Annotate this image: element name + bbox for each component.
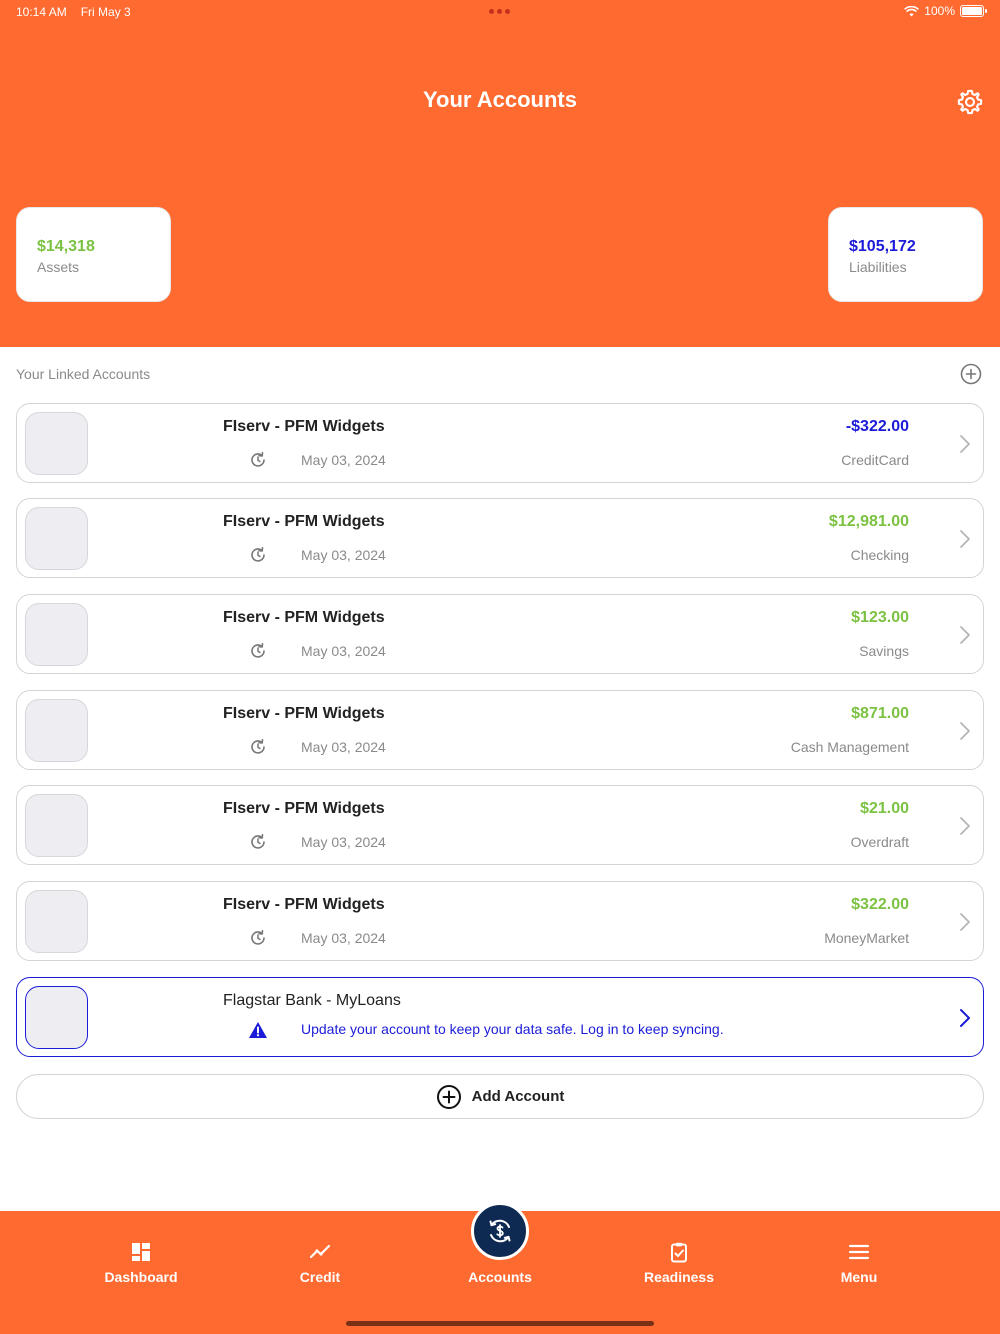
chevron-right-icon	[960, 626, 970, 644]
account-balance: $21.00	[860, 800, 909, 817]
account-logo	[25, 507, 88, 570]
liabilities-summary-card[interactable]: $105,172 Liabilities	[828, 207, 983, 302]
tab-menu-label: Menu	[840, 1269, 878, 1285]
status-bar-time: 10:14 AM Fri May 3	[16, 5, 145, 19]
account-row-needs-attention[interactable]: Flagstar Bank - MyLoans Update your acco…	[16, 977, 984, 1057]
tab-readiness-label: Readiness	[643, 1269, 715, 1285]
status-time: 10:14 AM	[16, 5, 67, 19]
account-balance: $123.00	[851, 609, 909, 626]
account-name: FIserv - PFM Widgets	[223, 609, 385, 626]
account-sync-date: May 03, 2024	[301, 643, 386, 659]
refresh-icon	[251, 547, 265, 562]
refresh-icon	[251, 930, 265, 945]
account-sync-date: May 03, 2024	[301, 452, 386, 468]
refresh-icon	[251, 452, 265, 467]
account-row[interactable]: FIserv - PFM Widgets May 03, 2024 $12,98…	[16, 498, 984, 578]
account-sync-date: May 03, 2024	[301, 930, 386, 946]
account-balance: $322.00	[851, 896, 909, 913]
account-balance: -$322.00	[845, 418, 909, 435]
account-row[interactable]: FIserv - PFM Widgets May 03, 2024 $322.0…	[16, 881, 984, 961]
home-indicator	[346, 1321, 654, 1326]
assets-amount: $14,318	[37, 238, 95, 255]
account-row[interactable]: FIserv - PFM Widgets May 03, 2024 $21.00…	[16, 785, 984, 865]
account-logo	[25, 412, 88, 475]
account-sync-date: May 03, 2024	[301, 834, 386, 850]
account-logo	[25, 794, 88, 857]
account-name: FIserv - PFM Widgets	[223, 418, 385, 435]
account-name: Flagstar Bank - MyLoans	[223, 992, 401, 1009]
account-name: FIserv - PFM Widgets	[223, 513, 385, 530]
reconnect-message: Update your account to keep your data sa…	[301, 1021, 724, 1037]
liabilities-label: Liabilities	[849, 259, 907, 275]
account-type: CreditCard	[841, 452, 909, 468]
account-name: FIserv - PFM Widgets	[223, 705, 385, 722]
chevron-right-icon	[960, 817, 970, 835]
tab-readiness[interactable]: Readiness	[609, 1241, 749, 1285]
linked-accounts-label: Your Linked Accounts	[16, 366, 151, 382]
chevron-right-icon	[960, 722, 970, 740]
chevron-right-icon	[960, 1009, 970, 1027]
account-name: FIserv - PFM Widgets	[223, 800, 385, 817]
tab-dashboard-label: Dashboard	[104, 1269, 178, 1285]
add-account-label: Add Account	[471, 1088, 565, 1105]
add-circle-icon	[436, 1084, 461, 1109]
account-type: Overdraft	[850, 834, 909, 850]
accounts-fab-button[interactable]	[471, 1202, 529, 1260]
tab-credit[interactable]: Credit	[250, 1241, 390, 1285]
currency-exchange-icon	[489, 1219, 511, 1243]
page-title: Your Accounts	[422, 87, 577, 112]
dashboard-icon	[132, 1243, 150, 1261]
settings-gear-icon[interactable]	[956, 88, 984, 116]
add-linked-account-icon[interactable]	[960, 363, 982, 385]
liabilities-amount: $105,172	[849, 238, 916, 255]
account-logo	[25, 603, 88, 666]
tab-dashboard[interactable]: Dashboard	[71, 1241, 211, 1285]
warning-icon	[249, 1022, 267, 1038]
account-balance: $12,981.00	[828, 513, 909, 530]
chevron-right-icon	[960, 435, 970, 453]
wifi-icon	[904, 5, 920, 16]
account-type: MoneyMarket	[824, 930, 909, 946]
account-type: Savings	[859, 643, 909, 659]
account-balance: $871.00	[851, 705, 909, 722]
refresh-icon	[251, 739, 265, 754]
multitasking-dots-icon[interactable]	[489, 9, 510, 14]
clipboard-check-icon	[671, 1242, 687, 1263]
account-type: Cash Management	[790, 739, 909, 755]
chevron-right-icon	[960, 530, 970, 548]
accounts-header: 10:14 AM Fri May 3 100% Your Accounts $14…	[0, 0, 1000, 347]
status-date: Fri May 3	[80, 5, 131, 19]
account-logo	[25, 699, 88, 762]
account-row[interactable]: FIserv - PFM Widgets May 03, 2024 $871.0…	[16, 690, 984, 770]
account-logo	[25, 986, 88, 1049]
battery-icon	[960, 5, 987, 17]
tab-menu[interactable]: Menu	[789, 1241, 929, 1285]
status-bar-right: 100%	[904, 4, 987, 18]
add-account-button[interactable]: Add Account	[16, 1074, 984, 1119]
account-sync-date: May 03, 2024	[301, 739, 386, 755]
assets-label: Assets	[37, 259, 80, 275]
account-sync-date: May 03, 2024	[301, 547, 386, 563]
tab-credit-label: Credit	[299, 1269, 341, 1285]
account-type: Checking	[850, 547, 909, 563]
assets-summary-card[interactable]: $14,318 Assets	[16, 207, 171, 302]
refresh-icon	[251, 643, 265, 658]
account-logo	[25, 890, 88, 953]
refresh-icon	[251, 834, 265, 849]
chevron-right-icon	[960, 913, 970, 931]
account-row[interactable]: FIserv - PFM Widgets May 03, 2024 -$322.…	[16, 403, 984, 483]
trend-line-icon	[309, 1244, 331, 1259]
account-name: FIserv - PFM Widgets	[223, 896, 385, 913]
hamburger-menu-icon	[848, 1244, 870, 1260]
battery-percent: 100%	[924, 4, 955, 18]
tab-accounts-label: Accounts	[468, 1269, 532, 1285]
account-row[interactable]: FIserv - PFM Widgets May 03, 2024 $123.0…	[16, 594, 984, 674]
